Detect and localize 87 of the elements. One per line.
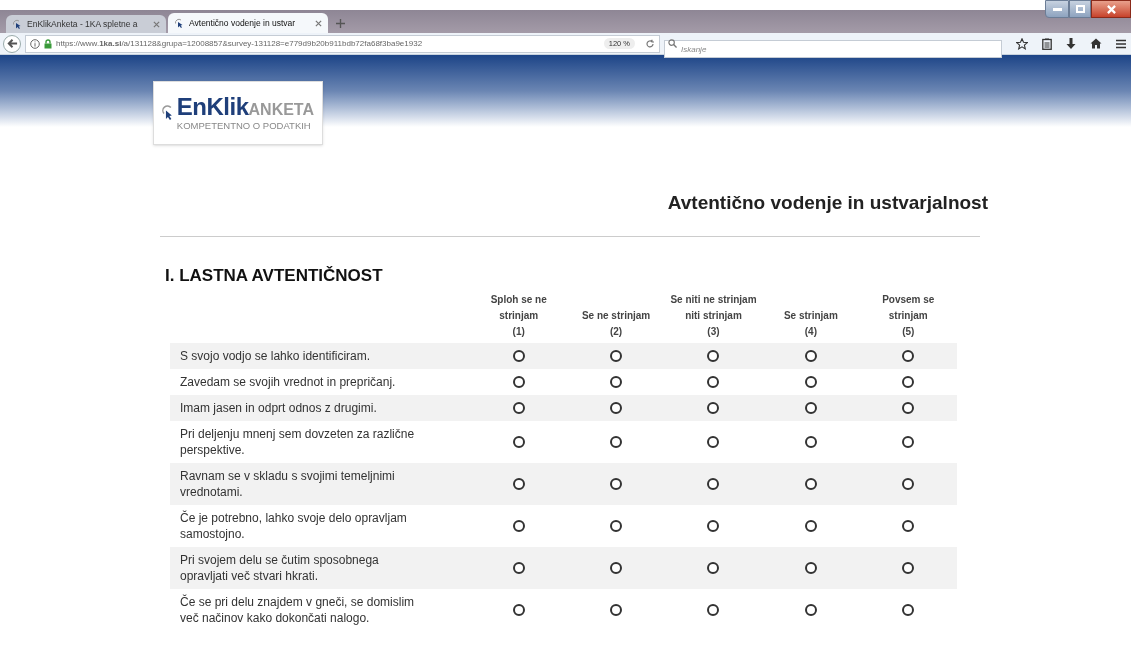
statement-text: S svojo vodjo se lahko identificiram. <box>179 348 372 365</box>
statement-text: Pri deljenju mnenj sem dovzeten za različne perspektive. <box>179 426 416 459</box>
new-tab-icon[interactable] <box>336 19 345 28</box>
column-header: Se strinjam <box>783 309 838 323</box>
url-text: https://www.1ka.si/a/131128&grupa=12008857&survey-131128=e779d9b20b911bdb72fa68f3ba9e1932 <box>56 37 423 50</box>
radio-button[interactable] <box>902 562 915 574</box>
radio-button[interactable] <box>707 562 720 574</box>
radio-button[interactable] <box>512 402 525 414</box>
radio-button[interactable] <box>512 562 525 574</box>
info-icon[interactable] <box>30 38 40 49</box>
radio-button[interactable] <box>902 376 915 388</box>
radio-button[interactable] <box>902 478 915 490</box>
radio-button[interactable] <box>707 478 720 490</box>
logo-brand: EnKlik <box>176 95 249 120</box>
radio-button[interactable] <box>804 520 817 532</box>
radio-button[interactable] <box>804 350 817 362</box>
statement-text: Imam jasen in odprt odnos z drugimi. <box>179 400 378 417</box>
radio-button[interactable] <box>512 436 525 448</box>
radio-button[interactable] <box>804 436 817 448</box>
statement-text: Če je potrebno, lahko svoje delo opravljam samostojno. <box>179 509 408 543</box>
radio-button[interactable] <box>512 478 525 490</box>
radio-button[interactable] <box>512 350 525 362</box>
radio-button[interactable] <box>512 604 525 616</box>
maximize-button[interactable] <box>1069 0 1091 18</box>
radio-button[interactable] <box>902 350 915 362</box>
column-header: Sploh se ne strinjam <box>489 293 548 323</box>
radio-button[interactable] <box>902 520 915 532</box>
minimize-button[interactable] <box>1045 0 1069 18</box>
back-button[interactable] <box>3 34 21 53</box>
radio-button[interactable] <box>902 604 915 616</box>
radio-button[interactable] <box>707 376 720 388</box>
column-header: Se ne strinjam <box>581 309 651 323</box>
menu-icon[interactable] <box>1116 38 1126 49</box>
radio-button[interactable] <box>610 436 623 448</box>
radio-button[interactable] <box>902 402 915 414</box>
close-icon <box>1106 4 1116 14</box>
radio-button[interactable] <box>707 436 720 448</box>
back-arrow-icon <box>6 38 18 49</box>
star-icon[interactable] <box>1016 37 1028 50</box>
radio-button[interactable] <box>707 520 720 532</box>
radio-button[interactable] <box>610 478 623 490</box>
column-header: Se niti ne strinjam niti strinjam <box>669 293 758 323</box>
column-code: (5) <box>902 325 915 339</box>
radio-button[interactable] <box>804 604 817 616</box>
radio-button[interactable] <box>610 402 623 414</box>
cursor-icon <box>12 19 22 29</box>
column-code: (2) <box>609 325 623 339</box>
radio-button[interactable] <box>902 436 915 448</box>
home-icon[interactable] <box>1090 38 1102 49</box>
radio-button[interactable] <box>804 402 817 414</box>
statement-text: Pri svojem delu se čutim sposobnega opravljati več stvari hkrati. <box>179 552 380 585</box>
radio-button[interactable] <box>610 604 623 616</box>
radio-button[interactable] <box>707 350 720 362</box>
radio-button[interactable] <box>804 376 817 388</box>
column-code: (4) <box>804 325 817 339</box>
statement-text: Ravnam se v skladu s svojimi temeljnimi vrednotami. <box>179 468 396 501</box>
radio-button[interactable] <box>512 376 525 388</box>
cursor-icon <box>174 18 184 28</box>
close-tab-icon[interactable] <box>153 20 160 28</box>
statement-text: Zavedam se svojih vrednot in prepričanj. <box>179 374 397 391</box>
browser-tab[interactable]: Avtentično vodenje in ustvar <box>168 13 328 33</box>
radio-button[interactable] <box>610 520 623 532</box>
statement-text: Če se pri delu znajdem v gneči, se domislim več načinov kako dokončati nalogo. <box>179 593 416 627</box>
column-header: Povsem se strinjam <box>881 293 936 323</box>
download-icon[interactable] <box>1066 37 1076 50</box>
search-field[interactable]: Iskanje <box>664 40 1002 58</box>
radio-button[interactable] <box>610 376 623 388</box>
radio-button[interactable] <box>610 562 623 574</box>
browser-tab[interactable]: EnKlikAnketa - 1KA spletne a <box>6 15 166 33</box>
reload-icon[interactable] <box>645 38 655 49</box>
clipboard-icon[interactable] <box>1042 37 1052 50</box>
search-icon <box>668 38 677 48</box>
radio-button[interactable] <box>707 604 720 616</box>
column-code: (1) <box>512 325 525 339</box>
survey-title: Avtentično vodenje in ustvarjalnost <box>667 191 988 215</box>
radio-button[interactable] <box>707 402 720 414</box>
lock-icon <box>44 38 52 49</box>
radio-button[interactable] <box>512 520 525 532</box>
column-code: (3) <box>707 325 720 339</box>
section-title: I. LASTNA AVTENTIČNOST <box>165 264 384 287</box>
logo-product: ANKETA <box>248 102 314 119</box>
radio-button[interactable] <box>804 478 817 490</box>
logo-tagline: KOMPETENTNO O PODATKIH <box>176 121 312 131</box>
close-button[interactable] <box>1091 0 1131 18</box>
close-tab-icon[interactable] <box>315 19 322 27</box>
radio-button[interactable] <box>610 350 623 362</box>
radio-button[interactable] <box>804 562 817 574</box>
